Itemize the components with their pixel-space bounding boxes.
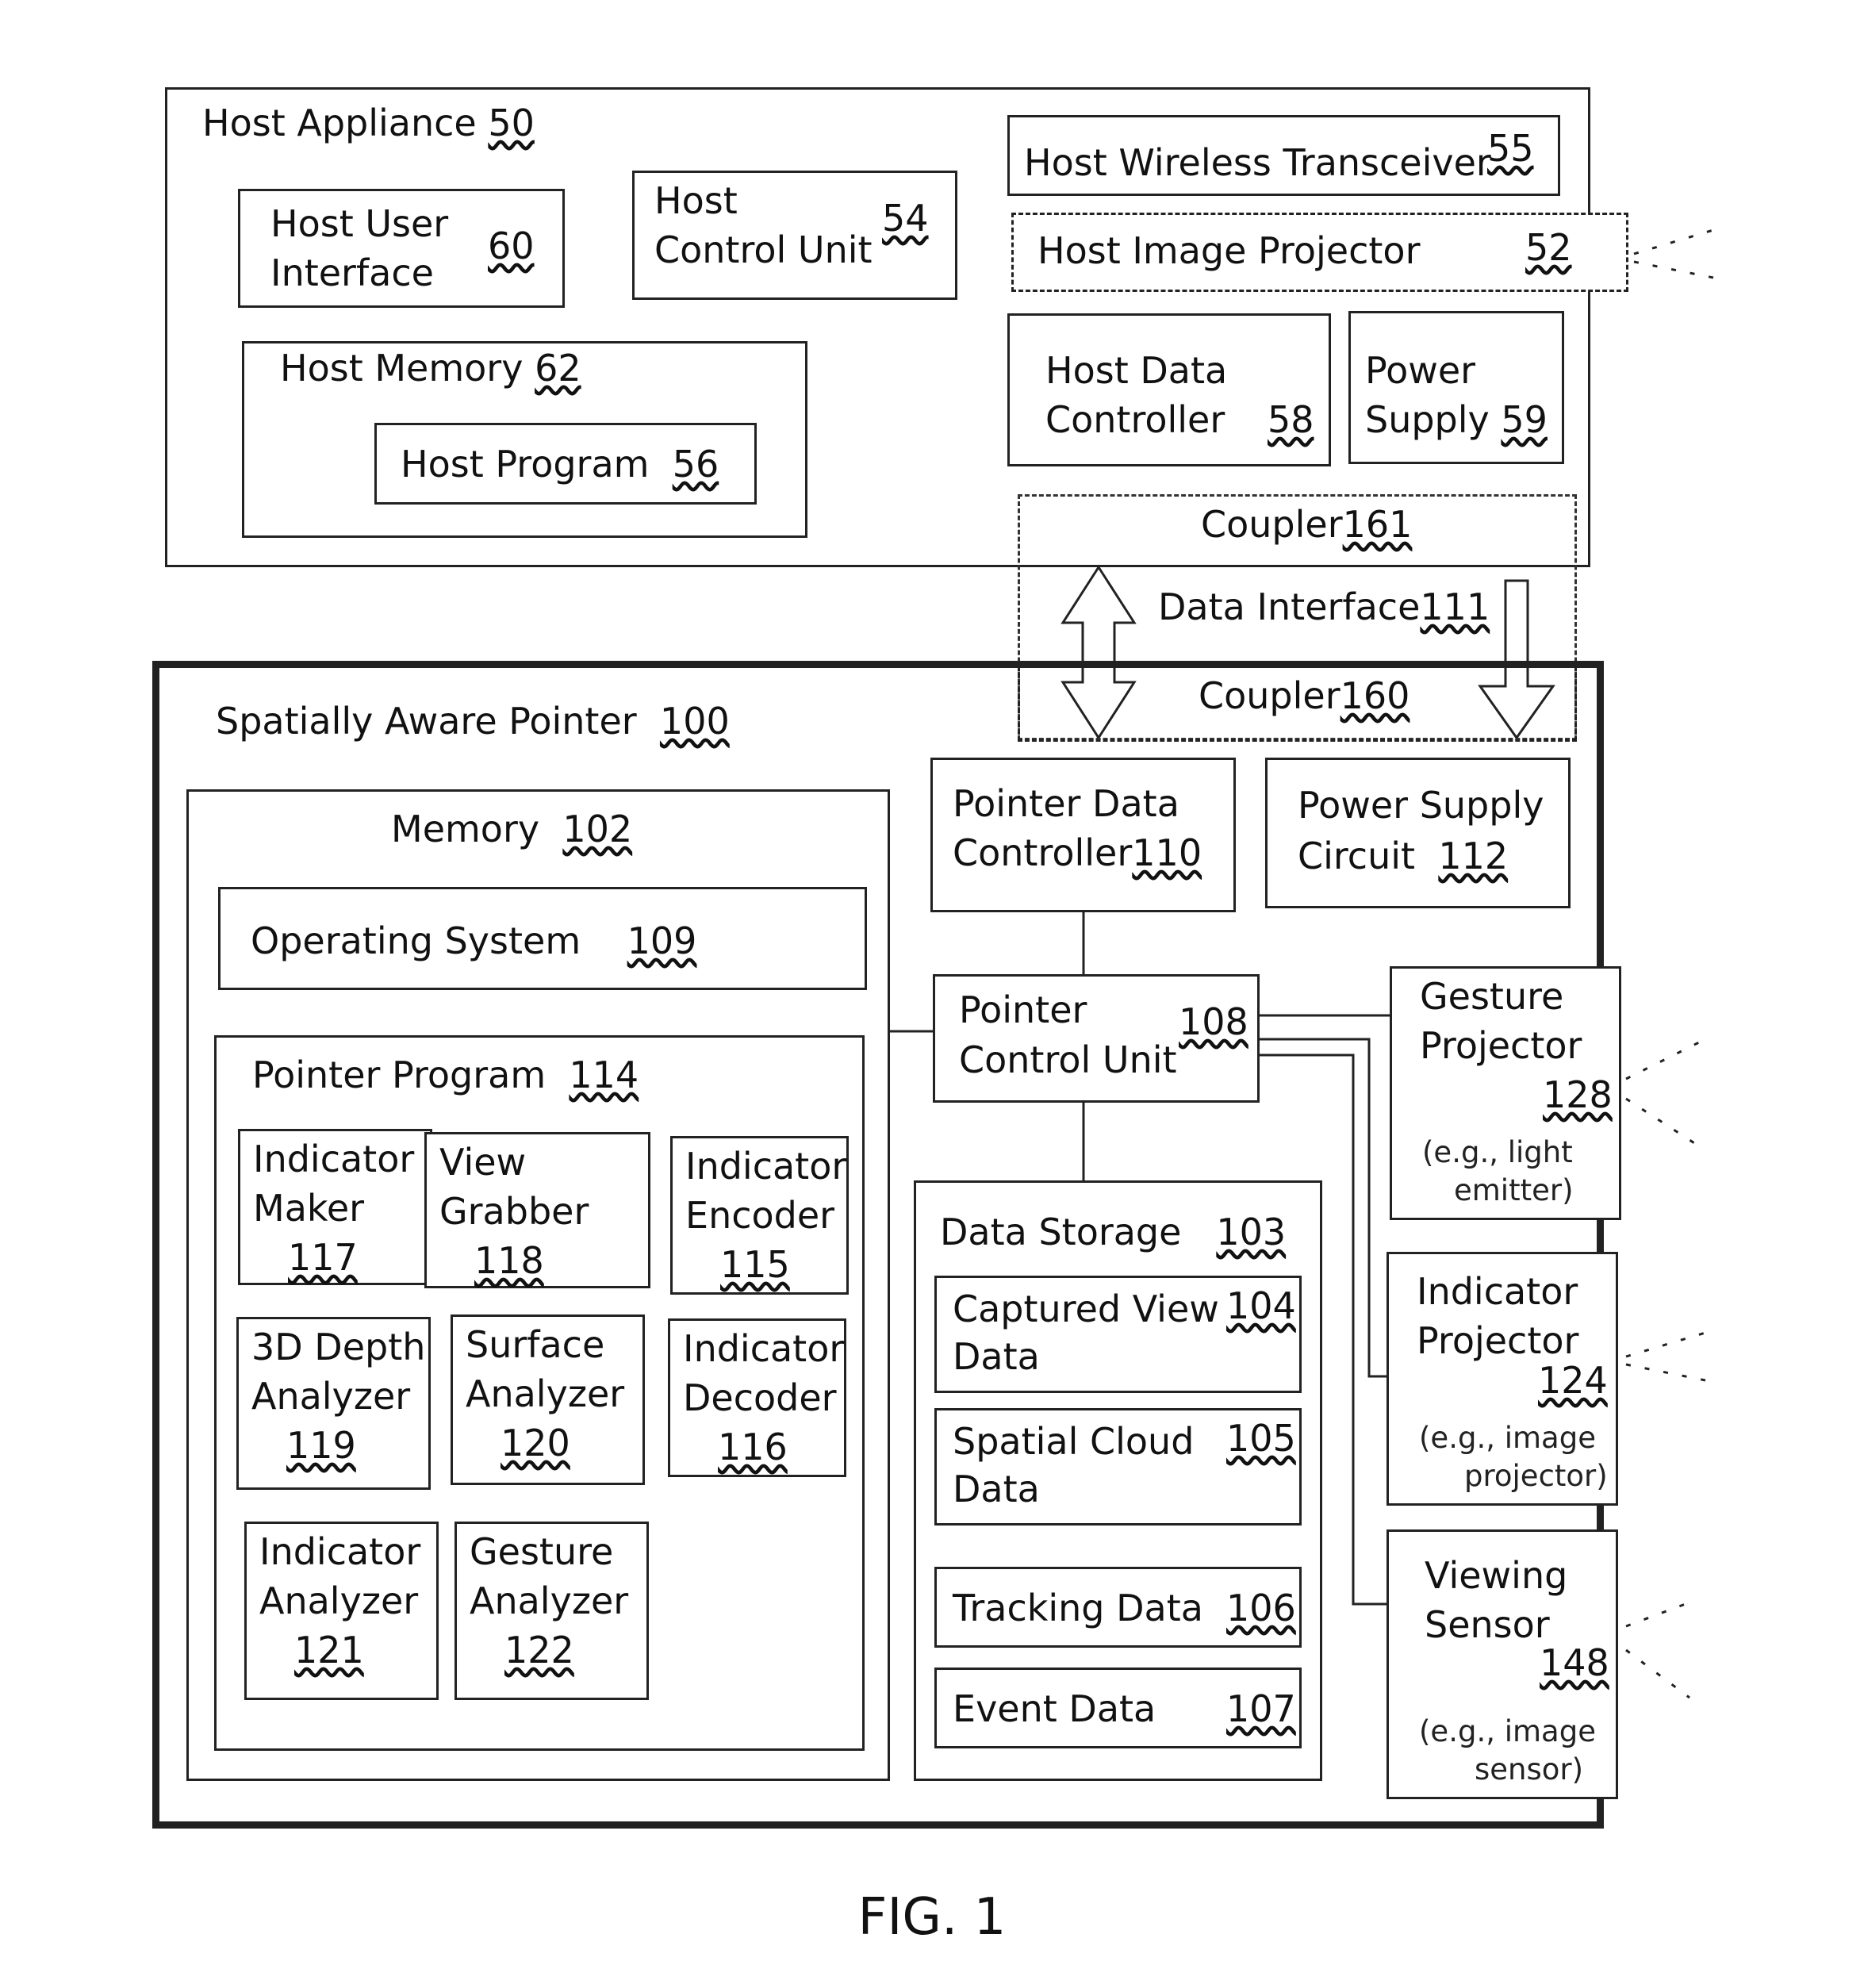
storage-item-number: 107 (1226, 1687, 1296, 1730)
storage-item-number: 105 (1226, 1417, 1296, 1460)
module-line2: Grabber (439, 1190, 589, 1233)
module-line2: Encoder (685, 1194, 835, 1237)
module-number: 122 (504, 1629, 574, 1671)
gesture-projector: Gesture Projector 128 (e.g., light emitt… (1390, 966, 1621, 1220)
storage-item: Spatial Cloud Data 105 (934, 1408, 1302, 1526)
module-number: 121 (294, 1629, 364, 1671)
coupler-160: Coupler160 (1018, 666, 1577, 742)
module-number: 118 (474, 1239, 544, 1282)
module-number: 119 (286, 1424, 356, 1467)
program-module: Surface Analyzer 120 (451, 1314, 645, 1485)
module-line2: Analyzer (470, 1579, 629, 1622)
program-module: 3D Depth Analyzer 119 (236, 1317, 431, 1490)
module-number: 116 (718, 1426, 788, 1468)
storage-item-label: Captured View (953, 1288, 1219, 1330)
power-supply-circuit: Power Supply Circuit 112 (1265, 758, 1571, 908)
storage-item: Event Data 107 (934, 1668, 1302, 1748)
pointer-control-unit: Pointer Control Unit 108 (933, 974, 1260, 1103)
program-module: View Grabber 118 (424, 1132, 650, 1288)
module-line1: Indicator (253, 1138, 415, 1180)
pointer-data-controller: Pointer Data Controller110 (930, 758, 1236, 912)
storage-item-label: Tracking Data (953, 1587, 1203, 1629)
figure-label: FIG. 1 (857, 1888, 1007, 1947)
program-module: Gesture Analyzer 122 (454, 1522, 649, 1700)
module-line2: Analyzer (251, 1375, 411, 1418)
host-appliance-label: Host Appliance 50 (202, 102, 535, 144)
module-line1: Gesture (470, 1530, 614, 1573)
module-line2: Maker (253, 1187, 365, 1230)
program-module: Indicator Maker 117 (238, 1129, 432, 1285)
operating-system: Operating System 109 (218, 887, 867, 990)
host-power-supply: Power Supply 59 (1348, 311, 1564, 464)
module-line1: Indicator (685, 1145, 847, 1188)
module-line2: Analyzer (259, 1579, 419, 1622)
program-module: Indicator Decoder 116 (668, 1318, 846, 1477)
module-line1: Indicator (683, 1327, 845, 1370)
storage-item-label: Spatial Cloud (953, 1420, 1195, 1463)
data-interface-label: Data Interface111 (1158, 585, 1490, 628)
storage-item-label: Event Data (953, 1687, 1156, 1730)
module-line2: Analyzer (466, 1372, 625, 1415)
module-number: 117 (288, 1236, 358, 1279)
storage-item: Captured View Data 104 (934, 1276, 1302, 1393)
module-line2: Decoder (683, 1376, 837, 1419)
host-control-unit: Host Control Unit 54 (632, 171, 957, 300)
viewing-sensor: Viewing Sensor 148 (e.g., image sensor) (1386, 1529, 1618, 1799)
module-line1: View (439, 1141, 527, 1184)
host-wireless-transceiver: Host Wireless Transceiver 55 (1007, 115, 1560, 196)
module-line1: 3D Depth (251, 1326, 426, 1368)
program-module: Indicator Analyzer 121 (244, 1522, 439, 1700)
host-data-controller: Host Data Controller 58 (1007, 313, 1331, 466)
module-number: 115 (720, 1243, 790, 1286)
module-line1: Indicator (259, 1530, 421, 1573)
pointer-title: Spatially Aware Pointer 100 (216, 700, 730, 743)
program-module: Indicator Encoder 115 (670, 1136, 849, 1295)
indicator-projector: Indicator Projector 124 (e.g., image pro… (1386, 1252, 1618, 1506)
module-line1: Surface (466, 1323, 605, 1366)
storage-item-number: 104 (1226, 1284, 1296, 1327)
storage-item-label2: Data (953, 1335, 1040, 1378)
host-image-projector: Host Image Projector 52 (1011, 213, 1628, 292)
storage-item-label2: Data (953, 1468, 1040, 1510)
host-program: Host Program 56 (374, 423, 757, 505)
module-number: 120 (501, 1422, 570, 1464)
storage-item-number: 106 (1226, 1587, 1296, 1629)
storage-item: Tracking Data 106 (934, 1567, 1302, 1648)
host-user-interface: Host User Interface 60 (238, 189, 565, 308)
